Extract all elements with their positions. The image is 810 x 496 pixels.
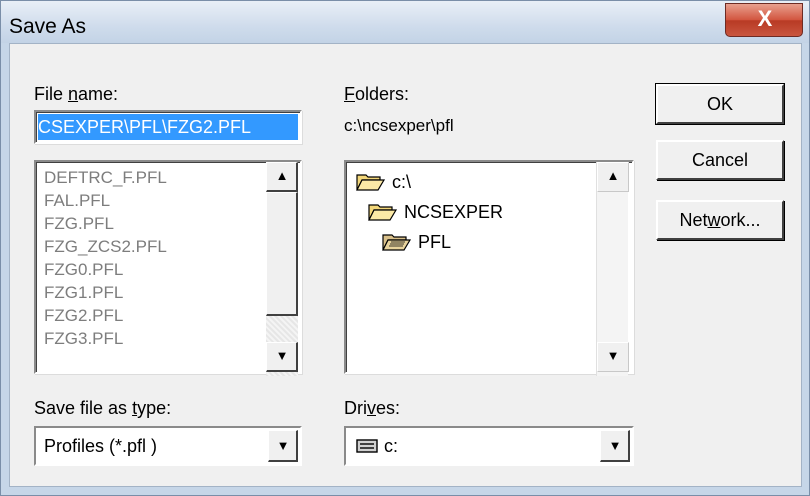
- title-bar[interactable]: Save As X: [1, 1, 809, 43]
- scroll-up-button[interactable]: ▲: [266, 162, 298, 192]
- close-button[interactable]: X: [725, 3, 803, 37]
- current-folder-path: c:\ncsexper\pfl: [344, 116, 454, 135]
- list-item[interactable]: FZG.PFL: [44, 214, 114, 234]
- drive-icon: [356, 439, 378, 453]
- drives-value: c:: [384, 436, 399, 456]
- folder-list-scrollbar[interactable]: ▲ ▼: [596, 162, 629, 376]
- folder-label: PFL: [418, 232, 452, 252]
- chevron-down-icon: ▼: [276, 438, 290, 453]
- scroll-down-button[interactable]: ▼: [266, 342, 298, 372]
- list-item[interactable]: DEFTRC_F.PFL: [44, 168, 167, 188]
- scroll-up-button[interactable]: ▲: [597, 162, 629, 192]
- folder-item-pfl[interactable]: PFL: [382, 232, 451, 253]
- list-item[interactable]: FZG_ZCS2.PFL: [44, 237, 167, 257]
- scroll-down-button[interactable]: ▼: [597, 342, 629, 372]
- scroll-up-icon: ▲: [606, 168, 620, 183]
- file-list[interactable]: DEFTRC_F.PFL FAL.PFL FZG.PFL FZG_ZCS2.PF…: [34, 160, 302, 376]
- scroll-up-icon: ▲: [275, 168, 289, 183]
- drives-select[interactable]: c: ▼: [344, 426, 634, 466]
- folder-list[interactable]: c:\ NCSEXPER PFL ▲ ▼: [344, 160, 634, 376]
- folder-label: NCSEXPER: [404, 202, 504, 222]
- dialog-body: File name: CSEXPER\PFL\FZG2.PFL DEFTRC_F…: [9, 43, 802, 487]
- folder-label: c:\: [392, 172, 412, 192]
- folders-label: Folders:: [344, 84, 410, 104]
- drives-dropdown-button[interactable]: ▼: [600, 430, 630, 462]
- save-type-select[interactable]: Profiles (*.pfl ) ▼: [34, 426, 302, 466]
- save-type-label: Save file as type:: [34, 398, 172, 418]
- open-folder-icon: [368, 204, 398, 221]
- save-type-value: Profiles (*.pfl ): [44, 436, 158, 456]
- network-button[interactable]: Network...: [656, 200, 784, 240]
- list-item[interactable]: FZG1.PFL: [44, 283, 123, 303]
- list-item[interactable]: FZG2.PFL: [44, 306, 123, 326]
- file-name-label: File name:: [34, 84, 119, 104]
- close-icon: X: [757, 6, 773, 31]
- list-item[interactable]: FZG3.PFL: [44, 329, 123, 349]
- scroll-down-icon: ▼: [606, 348, 620, 363]
- window-title: Save As: [9, 15, 87, 38]
- folder-item-ncsexper[interactable]: NCSEXPER: [368, 202, 503, 223]
- folder-item-root[interactable]: c:\: [356, 172, 411, 193]
- ok-button[interactable]: OK: [655, 83, 785, 125]
- list-item[interactable]: FZG0.PFL: [44, 260, 123, 280]
- chevron-down-icon: ▼: [608, 438, 622, 453]
- open-folder-icon: [382, 234, 412, 251]
- scroll-thumb[interactable]: [266, 192, 298, 316]
- drives-label: Drives:: [344, 398, 401, 418]
- save-type-dropdown-button[interactable]: ▼: [268, 430, 298, 462]
- save-as-dialog: Save As X File name: CSEXPER\PFL\FZG2.PF…: [0, 0, 810, 496]
- file-name-input[interactable]: CSEXPER\PFL\FZG2.PFL: [34, 110, 302, 144]
- open-folder-icon: [356, 174, 386, 191]
- file-list-scrollbar[interactable]: ▲ ▼: [266, 162, 298, 376]
- list-item[interactable]: FAL.PFL: [44, 191, 110, 211]
- cancel-button[interactable]: Cancel: [656, 140, 784, 180]
- drives-value-wrap: c:: [356, 436, 398, 457]
- file-name-value: CSEXPER\PFL\FZG2.PFL: [38, 114, 298, 140]
- scroll-down-icon: ▼: [275, 348, 289, 363]
